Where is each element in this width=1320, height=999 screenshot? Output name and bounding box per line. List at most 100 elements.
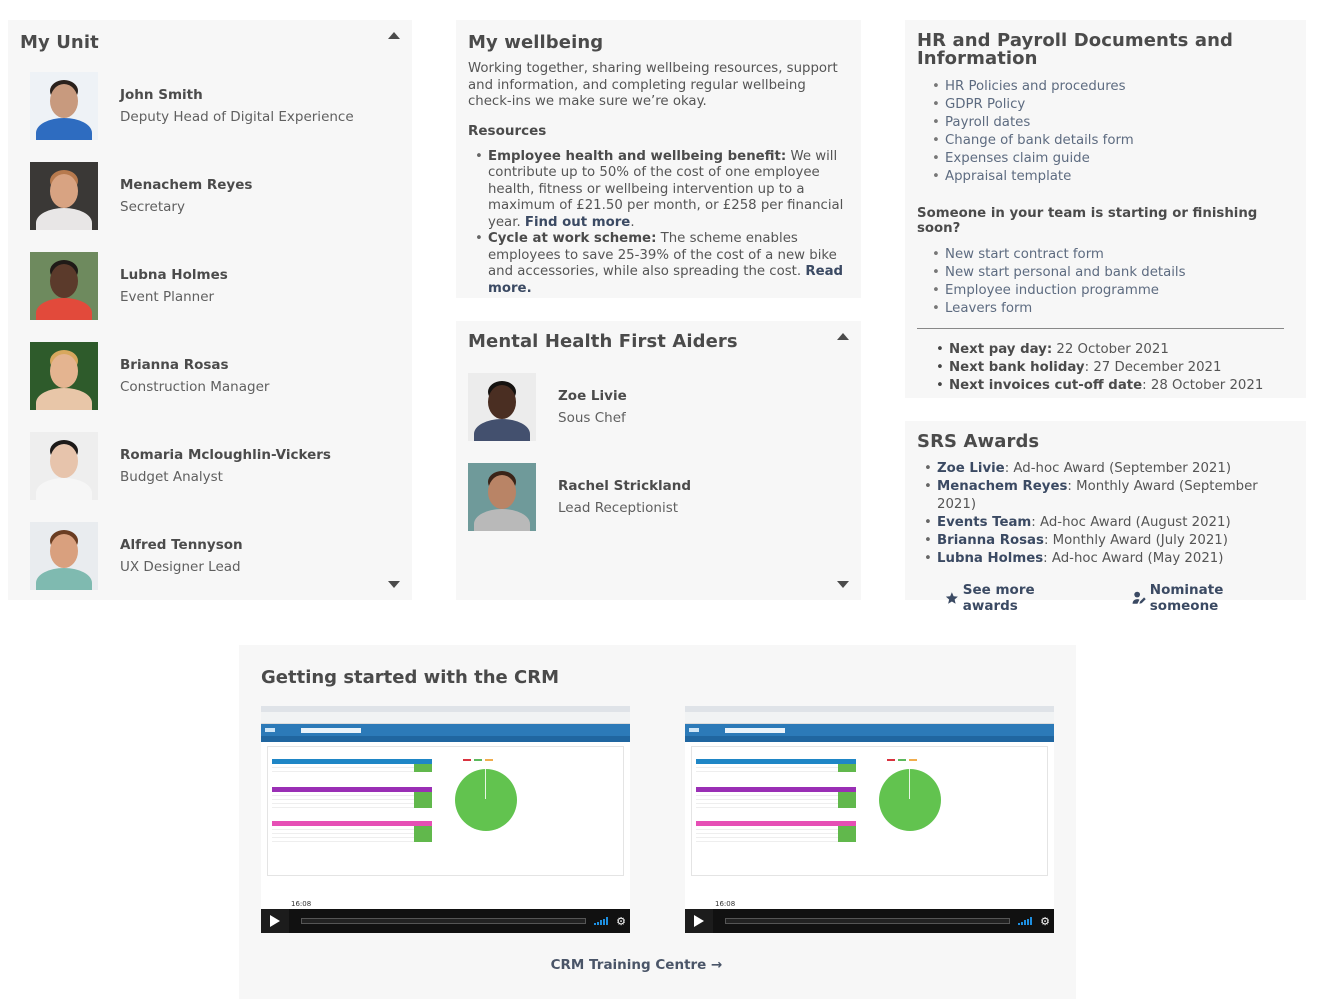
crm-link-label: CRM Training Centre [550,957,707,973]
award-recipient-link[interactable]: Lubna Holmes [937,551,1043,566]
video-player[interactable]: 16:08 ⚙ [685,706,1054,933]
scroll-down-icon[interactable] [388,581,400,588]
play-icon[interactable] [685,909,713,933]
key-date-value: : 27 December 2021 [1084,360,1222,375]
nominate-someone-label: Nominate someone [1149,582,1224,614]
video-app-header [261,724,630,736]
settings-gear-icon[interactable]: ⚙ [616,915,626,928]
wellbeing-intro: Working together, sharing wellbeing reso… [468,61,838,109]
crm-training-centre-link[interactable]: CRM Training Centre → [261,957,1012,973]
avatar [30,252,98,320]
award-recipient-link[interactable]: Events Team [937,515,1031,530]
hr-payroll-card: HR and Payroll Documents and Information… [905,20,1306,398]
wellbeing-title: My wellbeing [468,32,604,53]
document-link[interactable]: Change of bank details form [932,132,1294,150]
person-name: Rachel Strickland [558,478,692,494]
award-detail: : Ad-hoc Award (August 2021) [1031,515,1231,530]
resource-label: Employee health and wellbeing benefit: [488,148,787,164]
key-date-item: Next invoices cut-off date: 28 October 2… [936,377,1294,395]
team-links-list: New start contract formNew start persona… [917,246,1294,318]
video-task-table [272,787,432,808]
my-unit-list: John Smith Deputy Head of Digital Experie… [20,61,400,601]
document-link[interactable]: Payroll dates [932,114,1294,132]
person-item[interactable]: Alfred Tennyson UX Designer Lead [20,511,400,601]
award-recipient-link[interactable]: Zoe Livie [937,461,1005,476]
nominate-someone-link[interactable]: Nominate someone [1132,582,1294,614]
person-item[interactable]: Lubna Holmes Event Planner [20,241,400,331]
person-item[interactable]: John Smith Deputy Head of Digital Experie… [20,61,400,151]
person-info: Romaria Mcloughlin-Vickers Budget Analyst [120,447,331,485]
mhfa-list: Zoe Livie Sous Chef Rachel Strickland Lead … [468,362,849,542]
see-more-awards-label: See more awards [962,582,1035,614]
hr-links-list: HR Policies and proceduresGDPR PolicyPay… [917,78,1294,186]
resource-punct: . [630,214,635,230]
video-pie-legend [887,759,917,761]
resources-heading: Resources [468,122,547,139]
volume-icon[interactable] [594,917,609,925]
person-item[interactable]: Romaria Mcloughlin-Vickers Budget Analyst [20,421,400,511]
document-link[interactable]: HR Policies and procedures [932,78,1294,96]
video-progress-bar[interactable] [301,918,587,924]
person-info: Alfred Tennyson UX Designer Lead [120,537,243,575]
video-app-nav [261,736,630,742]
find-out-more-link[interactable]: Find out more [525,215,630,230]
settings-gear-icon[interactable]: ⚙ [1040,915,1050,928]
person-name: Menachem Reyes [120,177,253,193]
my-unit-card: My Unit John Smith Deputy Head of Digital… [8,20,412,600]
srs-awards-card: SRS Awards Zoe Livie: Ad-hoc Award (Sept… [905,421,1306,614]
video-player[interactable]: 16:08 ⚙ [261,706,630,933]
mhfa-title: Mental Health First Aiders [468,331,738,352]
divider [917,328,1284,329]
scroll-up-icon[interactable] [388,32,400,39]
avatar [30,342,98,410]
scroll-down-icon[interactable] [837,581,849,588]
person-item[interactable]: Brianna Rosas Construction Manager [20,331,400,421]
award-recipient-link[interactable]: Menachem Reyes [937,479,1067,494]
document-link[interactable]: New start contract form [932,246,1294,264]
person-role: Budget Analyst [120,469,223,485]
person-item[interactable]: Zoe Livie Sous Chef [468,362,849,452]
video-duration: 16:08 [713,899,738,909]
team-heading: Someone in your team is starting or fini… [917,206,1258,236]
award-item: Lubna Holmes: Ad-hoc Award (May 2021) [924,550,1294,568]
document-link[interactable]: GDPR Policy [932,96,1294,114]
avatar [30,432,98,500]
person-info: Menachem Reyes Secretary [120,177,252,215]
video-pie-chart [879,769,941,831]
video-task-table [272,759,432,772]
document-link[interactable]: Expenses claim guide [932,150,1294,168]
document-link[interactable]: Appraisal template [932,168,1294,186]
my-unit-title: My Unit [20,32,99,53]
person-role: Construction Manager [120,379,270,395]
person-role: UX Designer Lead [120,559,241,575]
star-icon [945,592,958,604]
person-info: John Smith Deputy Head of Digital Experie… [120,87,354,125]
video-progress-bar[interactable] [725,918,1011,924]
person-name: John Smith [120,87,203,103]
document-link[interactable]: New start personal and bank details [932,264,1294,282]
video-dashboard-panel [691,746,1048,876]
hr-title: HR and Payroll Documents and Information [917,30,1233,69]
person-info: Rachel Strickland Lead Receptionist [558,478,691,516]
key-date-value: : 28 October 2021 [1142,378,1264,393]
document-link[interactable]: Leavers form [932,300,1294,318]
see-more-awards-link[interactable]: See more awards [945,582,1092,614]
crm-getting-started-card: Getting started with the CRM 16:08 ⚙ 16:08… [239,645,1076,999]
video-app-nav [685,736,1054,742]
video-dashboard-panel [267,746,624,876]
video-browser-address-bar [685,712,1054,724]
person-role: Event Planner [120,289,215,305]
award-item: Zoe Livie: Ad-hoc Award (September 2021) [924,460,1294,478]
person-item[interactable]: Menachem Reyes Secretary [20,151,400,241]
volume-icon[interactable] [1018,917,1033,925]
video-browser-address-bar [261,712,630,724]
key-date-item: Next bank holiday: 27 December 2021 [936,359,1294,377]
document-link[interactable]: Employee induction programme [932,282,1294,300]
award-recipient-link[interactable]: Brianna Rosas [937,533,1044,548]
avatar [468,373,536,441]
person-item[interactable]: Rachel Strickland Lead Receptionist [468,452,849,542]
play-icon[interactable] [261,909,289,933]
person-role: Secretary [120,199,185,215]
scroll-up-icon[interactable] [837,333,849,340]
key-dates-list: Next pay day: 22 October 2021Next bank h… [917,341,1294,395]
